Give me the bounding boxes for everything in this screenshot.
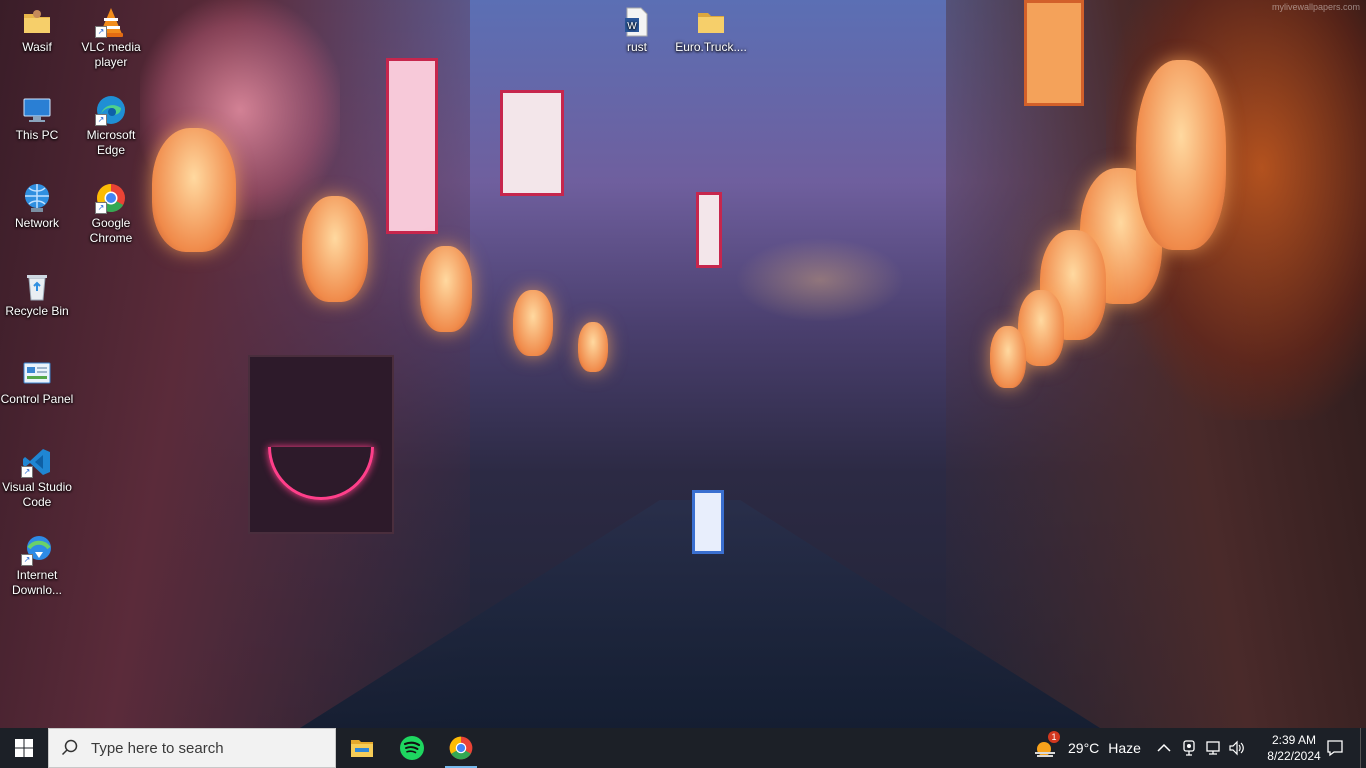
shortcut-arrow-icon: ↗ bbox=[95, 202, 107, 214]
desktop-icon-label: rust bbox=[626, 40, 647, 54]
clock-time: 2:39 AM bbox=[1271, 733, 1317, 747]
file-explorer-icon bbox=[351, 740, 373, 757]
weather-temperature: 29°C bbox=[1068, 740, 1100, 756]
start-button[interactable] bbox=[0, 728, 48, 768]
action-center-button[interactable] bbox=[1318, 728, 1352, 768]
desktop-icon-chrome[interactable]: ↗ Google Chrome bbox=[74, 182, 148, 246]
chrome-icon bbox=[449, 736, 473, 760]
spotify-icon bbox=[400, 736, 424, 760]
wallpaper-sign bbox=[500, 90, 564, 196]
wallpaper-sign bbox=[386, 58, 438, 234]
shortcut-arrow-icon: ↗ bbox=[95, 114, 107, 126]
chrome-icon: ↗ bbox=[95, 182, 127, 214]
recycle-bin-icon bbox=[21, 270, 53, 302]
shortcut-arrow-icon: ↗ bbox=[21, 554, 33, 566]
desktop-icon-control-panel[interactable]: Control Panel bbox=[0, 358, 74, 407]
desktop-icon-label: Visual Studio Code bbox=[2, 480, 72, 509]
wallpaper-watermark: mylivewallpapers.com bbox=[1271, 2, 1360, 12]
shortcut-arrow-icon: ↗ bbox=[95, 26, 107, 38]
wallpaper-lantern bbox=[513, 290, 553, 356]
wallpaper-lantern bbox=[420, 246, 472, 332]
tray-volume-button[interactable] bbox=[1225, 728, 1249, 768]
weather-icon: 1 bbox=[1032, 731, 1060, 759]
folder-icon bbox=[695, 6, 727, 38]
wallpaper-sign bbox=[1024, 0, 1084, 106]
notification-icon bbox=[1327, 740, 1343, 757]
word-document-icon: W bbox=[621, 6, 653, 38]
desktop-icon-internet-download-manager[interactable]: ↗ Internet Downlo... bbox=[0, 534, 74, 598]
desktop-icon-label: Google Chrome bbox=[89, 216, 133, 245]
vscode-icon: ↗ bbox=[21, 446, 53, 478]
desktop-wallpaper: mylivewallpapers.com Wasif ↗ VLC media p… bbox=[0, 0, 1366, 728]
vlc-icon: ↗ bbox=[95, 6, 127, 38]
desktop-icon-recycle-bin[interactable]: Recycle Bin bbox=[0, 270, 74, 319]
show-hidden-icons-button[interactable] bbox=[1152, 728, 1176, 768]
taskbar-app-chrome[interactable] bbox=[437, 728, 485, 768]
wallpaper-scene bbox=[0, 0, 1366, 728]
desktop-icon-label: Control Panel bbox=[0, 392, 74, 406]
wallpaper-lantern bbox=[578, 322, 608, 372]
edge-icon: ↗ bbox=[95, 94, 127, 126]
taskbar: Type here to search 1 29°C Haze 2:39 AM … bbox=[0, 728, 1366, 768]
tray-network-button[interactable] bbox=[1201, 728, 1225, 768]
clock-date: 8/22/2024 bbox=[1267, 749, 1321, 763]
windows-logo-icon bbox=[15, 739, 33, 757]
show-desktop-button[interactable] bbox=[1360, 728, 1366, 768]
desktop-icon-label: Microsoft Edge bbox=[86, 128, 136, 157]
webcam-icon bbox=[1183, 740, 1195, 756]
desktop-icon-label: Recycle Bin bbox=[5, 304, 69, 318]
wallpaper-lantern bbox=[1136, 60, 1226, 250]
weather-condition: Haze bbox=[1108, 740, 1141, 756]
wallpaper-sign bbox=[692, 490, 724, 554]
network-icon bbox=[21, 182, 53, 214]
tray-meet-now-button[interactable] bbox=[1177, 728, 1201, 768]
chevron-up-icon bbox=[1157, 743, 1171, 752]
taskbar-clock[interactable]: 2:39 AM 8/22/2024 bbox=[1264, 732, 1324, 764]
svg-text:W: W bbox=[627, 21, 637, 32]
search-placeholder: Type here to search bbox=[91, 739, 224, 757]
taskbar-app-file-explorer[interactable] bbox=[338, 728, 386, 768]
wallpaper-neon-sign bbox=[248, 355, 394, 534]
desktop-icon-label: Euro.Truck.... bbox=[675, 40, 747, 54]
desktop-icon-edge[interactable]: ↗ Microsoft Edge bbox=[74, 94, 148, 158]
wallpaper-lantern bbox=[302, 196, 368, 302]
desktop-icon-wasif[interactable]: Wasif bbox=[0, 6, 74, 55]
weather-alert-badge: 1 bbox=[1048, 731, 1060, 743]
internet-download-manager-icon: ↗ bbox=[21, 534, 53, 566]
wallpaper-lantern bbox=[152, 128, 236, 252]
desktop-icon-this-pc[interactable]: This PC bbox=[0, 94, 74, 143]
desktop-icon-euro-truck[interactable]: Euro.Truck.... bbox=[674, 6, 748, 55]
wallpaper-lantern bbox=[990, 326, 1026, 388]
desktop-icon-vscode[interactable]: ↗ Visual Studio Code bbox=[0, 446, 74, 510]
desktop-icon-vlc[interactable]: ↗ VLC media player bbox=[74, 6, 148, 70]
desktop-icon-label: VLC media player bbox=[81, 40, 141, 69]
desktop-icon-label: This PC bbox=[15, 128, 59, 142]
shortcut-arrow-icon: ↗ bbox=[21, 466, 33, 478]
taskbar-app-spotify[interactable] bbox=[388, 728, 436, 768]
search-icon bbox=[61, 739, 78, 756]
taskbar-search-box[interactable]: Type here to search bbox=[48, 728, 336, 768]
desktop-icon-label: Network bbox=[14, 216, 59, 230]
desktop-icon-network[interactable]: Network bbox=[0, 182, 74, 231]
user-folder-icon bbox=[21, 6, 53, 38]
wallpaper-sign bbox=[696, 192, 722, 268]
speaker-icon bbox=[1229, 740, 1244, 756]
control-panel-icon bbox=[21, 358, 53, 390]
desktop-icon-label: Internet Downlo... bbox=[11, 568, 63, 597]
computer-icon bbox=[21, 94, 53, 126]
desktop-icon-rust[interactable]: W rust bbox=[600, 6, 674, 55]
desktop-icon-label: Wasif bbox=[22, 40, 52, 54]
ethernet-icon bbox=[1206, 741, 1220, 755]
weather-widget[interactable]: 1 29°C Haze bbox=[1028, 728, 1141, 768]
